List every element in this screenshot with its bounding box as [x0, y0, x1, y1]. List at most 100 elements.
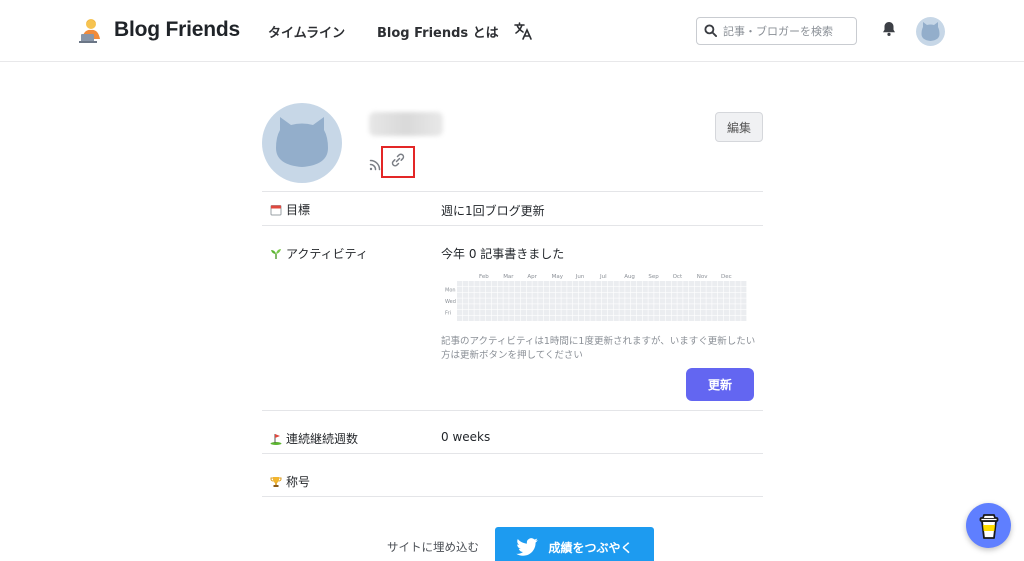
heatmap-cell [596, 281, 602, 287]
heatmap-cell [532, 286, 538, 292]
embed-link[interactable]: サイトに埋め込む [387, 539, 479, 555]
heatmap-cell [671, 292, 677, 298]
heatmap-cell [700, 304, 706, 310]
heatmap-cell [613, 310, 619, 316]
heatmap-cell [642, 304, 648, 310]
edit-button[interactable]: 編集 [715, 112, 763, 142]
heatmap-cell [503, 292, 509, 298]
heatmap-month-label: Feb [479, 274, 489, 280]
heatmap-cell [654, 315, 660, 321]
heatmap-cell [735, 286, 741, 292]
heatmap-cell [590, 304, 596, 310]
heatmap-cell [648, 315, 654, 321]
link-highlight-box[interactable] [381, 146, 415, 178]
heatmap-cell [491, 281, 497, 287]
heatmap-cell [549, 286, 555, 292]
heatmap-day-label: Fri [445, 311, 451, 317]
search-input[interactable] [723, 24, 853, 38]
rss-icon[interactable] [369, 156, 381, 171]
heatmap-cell [474, 304, 480, 310]
heatmap-cell [712, 281, 718, 287]
heatmap-cell [694, 304, 700, 310]
heatmap-cell [526, 310, 532, 316]
tweet-button[interactable]: 成績をつぶやく [495, 527, 654, 561]
heatmap-cell [671, 298, 677, 304]
heatmap-cell [660, 281, 666, 287]
heatmap-cell [631, 292, 637, 298]
cat-avatar-icon [921, 22, 940, 41]
heatmap-cell [729, 310, 735, 316]
heatmap-cell [677, 281, 683, 287]
heatmap-cell [532, 292, 538, 298]
heatmap-cell [642, 281, 648, 287]
bell-icon[interactable] [880, 20, 898, 38]
heatmap-cell [457, 304, 463, 310]
heatmap-cell [677, 304, 683, 310]
heatmap-cell [503, 315, 509, 321]
heatmap-cell [729, 286, 735, 292]
heatmap-cell [491, 304, 497, 310]
heatmap-cell [491, 310, 497, 316]
heatmap-cell [480, 292, 486, 298]
heatmap-cell [683, 298, 689, 304]
heatmap-cell [538, 310, 544, 316]
heatmap-cell [462, 292, 468, 298]
search-icon [704, 22, 717, 41]
heatmap-cell [648, 310, 654, 316]
heatmap-cell [509, 315, 515, 321]
translate-icon[interactable] [513, 21, 533, 41]
heatmap-cell [480, 298, 486, 304]
heatmap-cell [735, 292, 741, 298]
heatmap-cell [706, 286, 712, 292]
heatmap-cell [486, 286, 492, 292]
heatmap-cell [735, 310, 741, 316]
heatmap-cell [468, 315, 474, 321]
nav-about[interactable]: Blog Friends とは [377, 22, 499, 41]
heatmap-cell [468, 298, 474, 304]
heatmap-cell [538, 292, 544, 298]
heatmap-cell [480, 281, 486, 287]
heatmap-cell [741, 286, 747, 292]
coffee-button[interactable] [966, 503, 1011, 548]
heatmap-cell [665, 315, 671, 321]
heatmap-cell [712, 292, 718, 298]
heatmap-cell [654, 286, 660, 292]
heatmap-cell [544, 286, 550, 292]
heatmap-cell [729, 298, 735, 304]
heatmap-cell [694, 298, 700, 304]
heatmap-month-label: May [552, 274, 564, 280]
twitter-bird-icon [516, 538, 539, 556]
heatmap-cell [735, 281, 741, 287]
heatmap-cell [718, 292, 724, 298]
heatmap-cell [683, 304, 689, 310]
heatmap-cell [642, 310, 648, 316]
heatmap-cell [683, 281, 689, 287]
activity-label: アクティビティ [270, 245, 368, 262]
trophy-icon [270, 476, 282, 488]
heatmap-cell [561, 292, 567, 298]
search-box[interactable] [696, 17, 857, 45]
site-logo[interactable]: Blog Friends [78, 17, 240, 43]
nav-timeline[interactable]: タイムライン [268, 22, 345, 41]
heatmap-cell [677, 298, 683, 304]
golf-flag-icon [270, 433, 282, 445]
heatmap-cell [544, 298, 550, 304]
heatmap-cell [619, 304, 625, 310]
heatmap-cell [660, 310, 666, 316]
heatmap-cell [689, 281, 695, 287]
user-menu-avatar[interactable] [916, 17, 945, 46]
heatmap-cell [497, 281, 503, 287]
heatmap-cell [596, 310, 602, 316]
heatmap-cell [457, 292, 463, 298]
heatmap-cell [689, 286, 695, 292]
heatmap-cell [723, 292, 729, 298]
heatmap-cell [457, 298, 463, 304]
link-icon[interactable] [390, 152, 406, 172]
heatmap-cell [462, 298, 468, 304]
heatmap-cell [706, 315, 712, 321]
heatmap-cell [631, 310, 637, 316]
heatmap-cell [671, 315, 677, 321]
update-button[interactable]: 更新 [686, 368, 754, 401]
heatmap-cell [584, 292, 590, 298]
heatmap-cell [631, 315, 637, 321]
